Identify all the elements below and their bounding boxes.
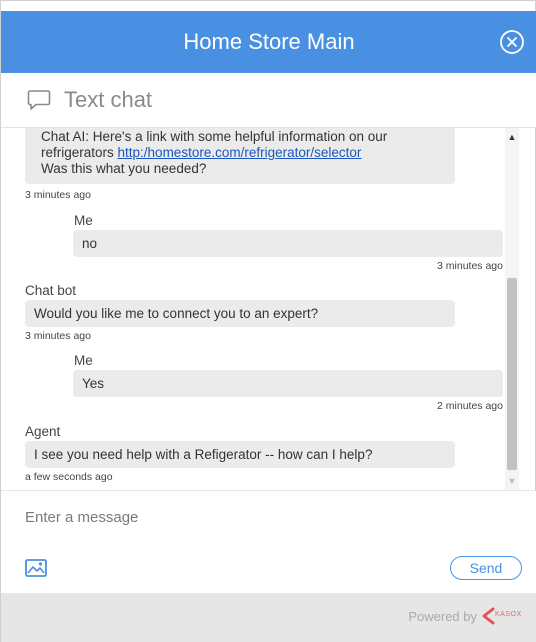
refrigerator-selector-link[interactable]: http:/homestore.com/refrigerator/selecto…: [118, 145, 362, 160]
message-text: no: [82, 236, 98, 251]
message-bubble-me: Yes: [73, 370, 503, 397]
image-icon[interactable]: [25, 559, 47, 577]
scroll-down-icon[interactable]: ▼: [505, 476, 519, 486]
brand-name: KASOX: [495, 611, 522, 618]
message-text: I see you need help with a Refigerator -…: [34, 447, 373, 462]
message-bubble-agent: I see you need help with a Refigerator -…: [25, 441, 455, 468]
close-circle-icon[interactable]: [499, 29, 525, 55]
message-timestamp: 3 minutes ago: [25, 189, 91, 201]
message-timestamp: a few seconds ago: [25, 471, 113, 483]
scroll-up-icon[interactable]: ▲: [505, 132, 519, 142]
message-sender: Agent: [25, 424, 61, 439]
chat-widget: Home Store Main Text chat Chat AI: Here'…: [0, 0, 536, 642]
chat-transcript: Chat AI: Here's a link with some helpful…: [1, 128, 521, 490]
message-text: Was this what you needed?: [41, 161, 207, 176]
chat-header: Home Store Main: [1, 11, 536, 73]
brand-chevron-icon: [482, 607, 495, 625]
brand-logo: KASOX: [481, 607, 523, 625]
message-bubble-chat-bot: Would you like me to connect you to an e…: [25, 300, 455, 327]
message-timestamp: 2 minutes ago: [437, 400, 503, 412]
chat-mode-bar: Text chat: [1, 73, 536, 128]
message-text: Yes: [82, 376, 105, 391]
message-composer: Send: [1, 490, 536, 593]
message-text: Would you like me to connect you to an e…: [34, 306, 319, 321]
transcript-scrollbar[interactable]: ▲ ▼: [505, 128, 519, 490]
message-timestamp: 3 minutes ago: [25, 330, 91, 342]
chat-mode-label: Text chat: [64, 87, 153, 112]
message-sender: Me: [74, 213, 93, 228]
message-sender: Me: [74, 353, 93, 368]
message-input[interactable]: [25, 505, 505, 529]
message-bubble-chat-ai: Chat AI: Here's a link with some helpful…: [25, 128, 455, 184]
message-bubble-me: no: [73, 230, 503, 257]
message-timestamp: 3 minutes ago: [437, 260, 503, 272]
send-button[interactable]: Send: [450, 556, 522, 580]
message-sender: Chat bot: [25, 283, 77, 298]
scrollbar-thumb[interactable]: [507, 278, 517, 470]
chat-title: Home Store Main: [183, 29, 355, 54]
chat-footer: Powered by KASOX: [1, 593, 536, 642]
powered-by-label: Powered by: [408, 609, 477, 624]
chat-bubble-icon: [27, 90, 51, 110]
